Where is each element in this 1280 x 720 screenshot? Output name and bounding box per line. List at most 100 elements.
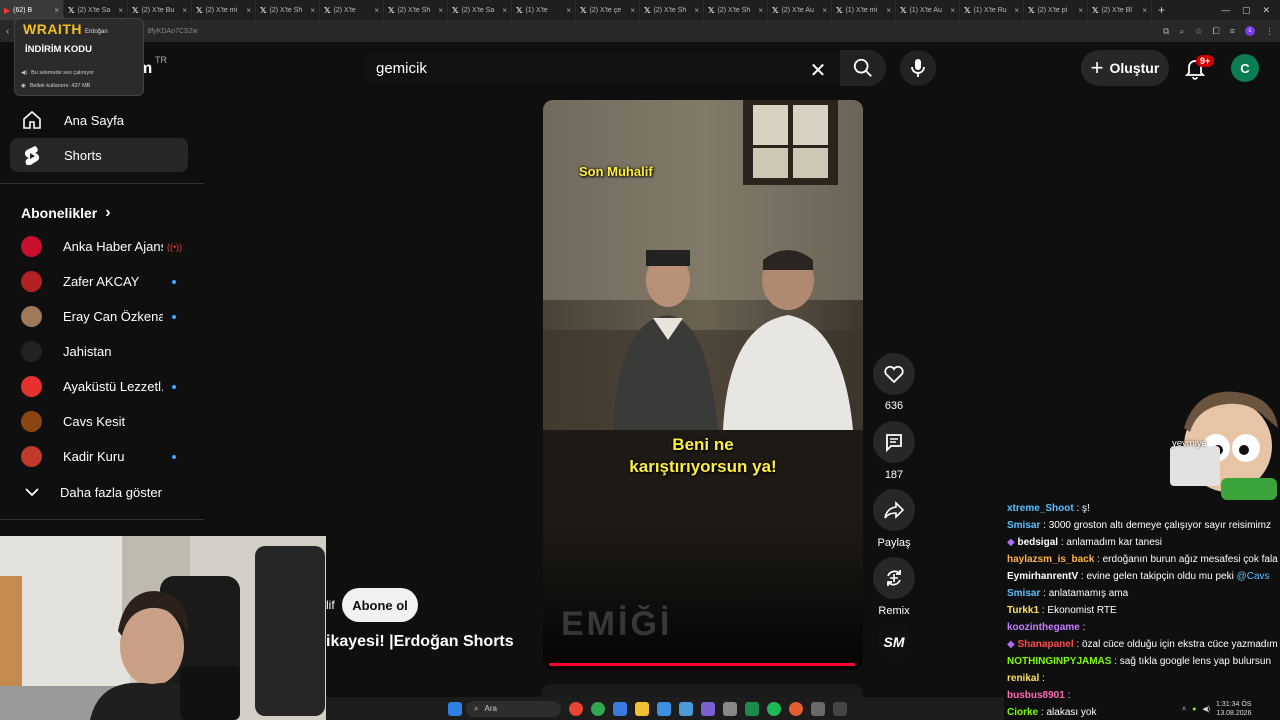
minimize-icon[interactable]: — — [1221, 5, 1230, 16]
chat-username[interactable]: Smisar — [1007, 588, 1040, 599]
close-tab-icon[interactable]: × — [310, 6, 315, 15]
like-button[interactable] — [873, 353, 915, 395]
browser-tab[interactable]: 𝕏 (2) X'te Bu × — [128, 0, 192, 20]
taskbar-search[interactable]: ⌕ Ara — [466, 700, 561, 717]
browser-tab[interactable]: 𝕏 (2) X'te Sh × — [704, 0, 768, 20]
close-tab-icon[interactable]: × — [886, 6, 891, 15]
discord-icon[interactable] — [701, 701, 715, 716]
chat-username[interactable]: EymirhanrentV — [1007, 571, 1078, 582]
browser-tab[interactable]: 𝕏 (2) X'te × — [320, 0, 384, 20]
new-tab-button[interactable]: + — [1152, 3, 1171, 17]
chat-mention[interactable]: @Cavs — [1237, 571, 1270, 582]
remix-source-thumbnail[interactable]: SM — [879, 627, 909, 657]
clear-search-icon[interactable]: ✕ — [808, 58, 828, 83]
subscription-item[interactable]: Anka Haber Ajansı ((•)) — [10, 229, 188, 264]
close-tab-icon[interactable]: × — [758, 6, 763, 15]
subscription-item[interactable]: Cavs Kesit — [10, 404, 188, 439]
subscription-item[interactable]: Kadir Kuru — [10, 439, 188, 474]
browser-icon[interactable] — [591, 701, 605, 716]
search-button[interactable] — [840, 50, 886, 86]
close-tab-icon[interactable]: × — [118, 6, 123, 15]
chat-username[interactable]: bedsigal — [1017, 537, 1058, 548]
clock[interactable]: 1:31:34 ÖS 13.08.2026 — [1216, 700, 1251, 718]
browser-tab[interactable]: 𝕏 (2) X'te Sh × — [256, 0, 320, 20]
browser-tab[interactable]: 𝕏 (1) X'te × — [512, 0, 576, 20]
browser-tab[interactable]: 𝕏 (2) X'te Sh × — [640, 0, 704, 20]
xbox-icon[interactable] — [745, 701, 759, 716]
close-tab-icon[interactable]: × — [630, 6, 635, 15]
chat-username[interactable]: busbus8901 — [1007, 690, 1065, 701]
browser-tab[interactable]: 𝕏 (2) X'te Sa × — [64, 0, 128, 20]
browser-tab[interactable]: 𝕏 (2) X'te pi × — [1024, 0, 1088, 20]
edge-icon[interactable] — [657, 701, 671, 716]
menu-icon[interactable]: ≡ — [1230, 26, 1235, 36]
remix-button[interactable] — [873, 557, 915, 599]
app-icon[interactable] — [723, 701, 737, 716]
close-tab-icon[interactable]: × — [950, 6, 955, 15]
browser-tab[interactable]: ▶ (62) B × — [0, 0, 64, 20]
close-tab-icon[interactable]: × — [374, 6, 379, 15]
maximize-icon[interactable]: ▢ — [1242, 5, 1251, 16]
chat-username[interactable]: Shanapanel — [1017, 639, 1073, 650]
mic-tray-icon[interactable]: ● — [1192, 706, 1196, 713]
browser-tab[interactable]: 𝕏 (2) X'te çe × — [576, 0, 640, 20]
browser-tab[interactable]: 𝕏 (2) X'te Bl × — [1088, 0, 1152, 20]
browser-tab[interactable]: 𝕏 (2) X'te Au × — [768, 0, 832, 20]
address-bar[interactable]: ‹ 8fyKDAo7CS2w ⧉ ⌕ ☆ ⧠ ≡ c ⋮ — [0, 20, 1280, 42]
chat-username[interactable]: NOTHINGINPYJAMAS — [1007, 656, 1111, 667]
browser-tab[interactable]: 𝕏 (2) X'te mi × — [192, 0, 256, 20]
close-window-icon[interactable]: ✕ — [1262, 5, 1270, 16]
copilot-icon[interactable] — [613, 701, 627, 716]
ccleaner-icon[interactable] — [679, 701, 693, 716]
back-icon[interactable]: ‹ — [6, 26, 9, 37]
spotify-icon[interactable] — [767, 701, 781, 716]
chat-username[interactable]: haylazsm_is_back — [1007, 554, 1094, 565]
chrome-icon[interactable] — [569, 701, 583, 716]
close-tab-icon[interactable]: × — [54, 6, 59, 15]
close-tab-icon[interactable]: × — [1142, 6, 1147, 15]
close-tab-icon[interactable]: × — [438, 6, 443, 15]
volume-icon[interactable]: ◀) — [1202, 705, 1210, 713]
subscription-item[interactable]: Jahistan — [10, 334, 188, 369]
chat-username[interactable]: Turkk1 — [1007, 605, 1039, 616]
chat-username[interactable]: xtreme_Shoot — [1007, 503, 1074, 514]
subscription-item[interactable]: Eray Can Özkenar — [10, 299, 188, 334]
subscribe-button[interactable]: Abone ol — [342, 588, 418, 622]
comments-button[interactable] — [873, 421, 915, 463]
short-title[interactable]: ikayesi! |Erdoğan Shorts — [326, 633, 514, 651]
share-button[interactable] — [873, 489, 915, 531]
close-tab-icon[interactable]: × — [502, 6, 507, 15]
tray-arrow-icon[interactable]: ˄ — [1182, 706, 1186, 713]
close-tab-icon[interactable]: × — [246, 6, 251, 15]
close-tab-icon[interactable]: × — [1078, 6, 1083, 15]
voice-search-button[interactable] — [900, 50, 936, 86]
search-input[interactable]: gemicik — [362, 50, 840, 86]
subscription-item[interactable]: Ayaküstü Lezzetl... — [10, 369, 188, 404]
profile-avatar[interactable]: c — [1245, 26, 1255, 36]
chat-username[interactable]: koozinthegame — [1007, 622, 1080, 633]
bookmark-star-icon[interactable]: ☆ — [1194, 26, 1202, 37]
show-more-button[interactable]: Daha fazla göster — [10, 475, 188, 509]
chat-username[interactable]: Smisar — [1007, 520, 1040, 531]
browser-tab[interactable]: 𝕏 (2) X'te Sh × — [384, 0, 448, 20]
chat-username[interactable]: Ciorke — [1007, 707, 1038, 718]
short-video-player[interactable]: Son Muhalif Beni ne karıştırıyorsun ya! … — [543, 100, 863, 670]
channel-name[interactable]: lif — [326, 598, 335, 612]
chrome-alt-icon[interactable] — [789, 701, 803, 716]
subscription-item[interactable]: Zafer AKCAY — [10, 264, 188, 299]
file-explorer-icon[interactable] — [635, 701, 649, 716]
video-progress-bar[interactable] — [549, 663, 855, 666]
more-icon[interactable]: ⋮ — [1265, 26, 1274, 37]
close-tab-icon[interactable]: × — [1014, 6, 1019, 15]
close-tab-icon[interactable]: × — [566, 6, 571, 15]
chat-username[interactable]: renikal — [1007, 673, 1039, 684]
settings-icon[interactable] — [811, 701, 825, 716]
sidebar-item-home[interactable]: Ana Sayfa — [10, 103, 188, 137]
close-tab-icon[interactable]: × — [182, 6, 187, 15]
url-text[interactable]: 8fyKDAo7CS2w — [147, 28, 197, 35]
browser-tab[interactable]: 𝕏 (1) X'te Au × — [896, 0, 960, 20]
close-tab-icon[interactable]: × — [694, 6, 699, 15]
create-button[interactable]: + Oluştur — [1081, 50, 1169, 86]
sidebar-item-shorts[interactable]: Shorts — [10, 138, 188, 172]
extensions-icon[interactable]: ⧠ — [1213, 26, 1220, 37]
